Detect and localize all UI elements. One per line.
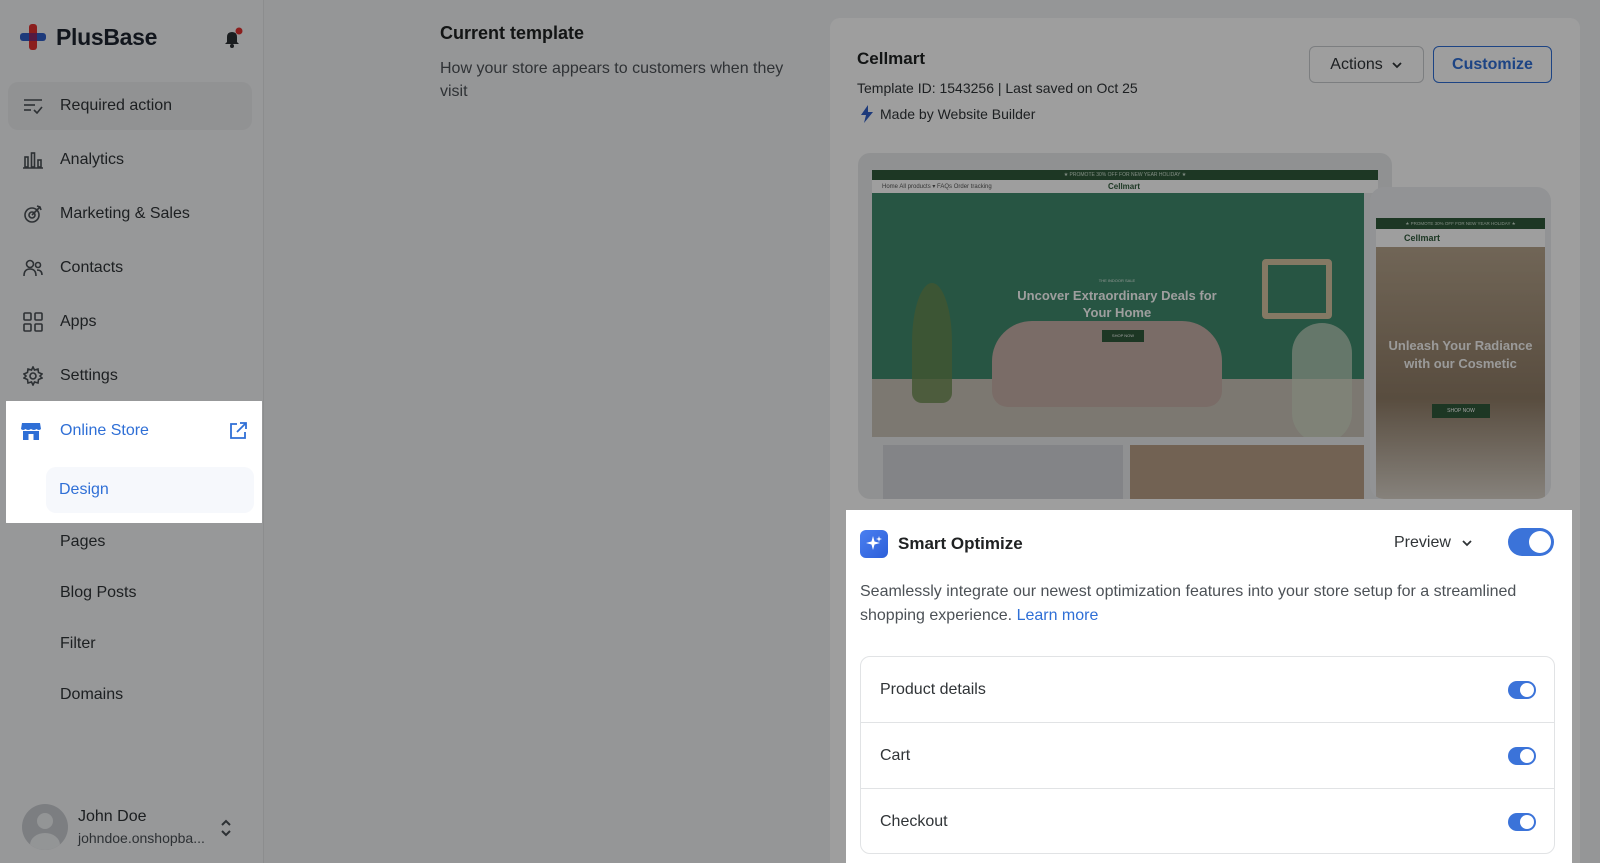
dim-overlay	[6, 523, 262, 863]
external-link-icon[interactable]	[228, 421, 248, 441]
smart-optimize-toggle[interactable]	[1508, 528, 1554, 556]
dim-overlay	[1572, 510, 1600, 863]
dim-overlay	[262, 510, 846, 863]
checkout-toggle[interactable]	[1508, 813, 1536, 831]
dim-overlay	[262, 401, 1600, 510]
smart-optimize-title: Smart Optimize	[898, 534, 1023, 553]
option-row-cart: Cart	[861, 723, 1554, 789]
preview-label: Preview	[1394, 534, 1451, 551]
product-details-toggle[interactable]	[1508, 681, 1536, 699]
description-text: Seamlessly integrate our newest optimiza…	[860, 583, 1517, 624]
sparkle-icon	[860, 530, 888, 558]
online-store-group: Online Store Design	[6, 401, 262, 523]
options-list: Product details Cart Checkout	[860, 656, 1555, 854]
option-label: Product details	[880, 680, 986, 698]
sub-item-design[interactable]: Design	[46, 467, 254, 513]
option-row-checkout: Checkout	[861, 789, 1554, 855]
nav-item-online-store[interactable]: Online Store	[20, 409, 248, 453]
dim-overlay	[0, 0, 1600, 401]
store-icon	[20, 420, 42, 442]
option-row-product-details: Product details	[861, 657, 1554, 723]
smart-optimize-description: Seamlessly integrate our newest optimiza…	[860, 580, 1550, 628]
chevron-down-icon	[1462, 540, 1472, 547]
online-store-label: Online Store	[60, 422, 149, 439]
option-label: Cart	[880, 746, 911, 764]
option-label: Checkout	[880, 813, 948, 830]
cart-toggle[interactable]	[1508, 747, 1536, 765]
learn-more-link[interactable]: Learn more	[1017, 607, 1099, 624]
preview-dropdown[interactable]: Preview	[1394, 534, 1473, 552]
